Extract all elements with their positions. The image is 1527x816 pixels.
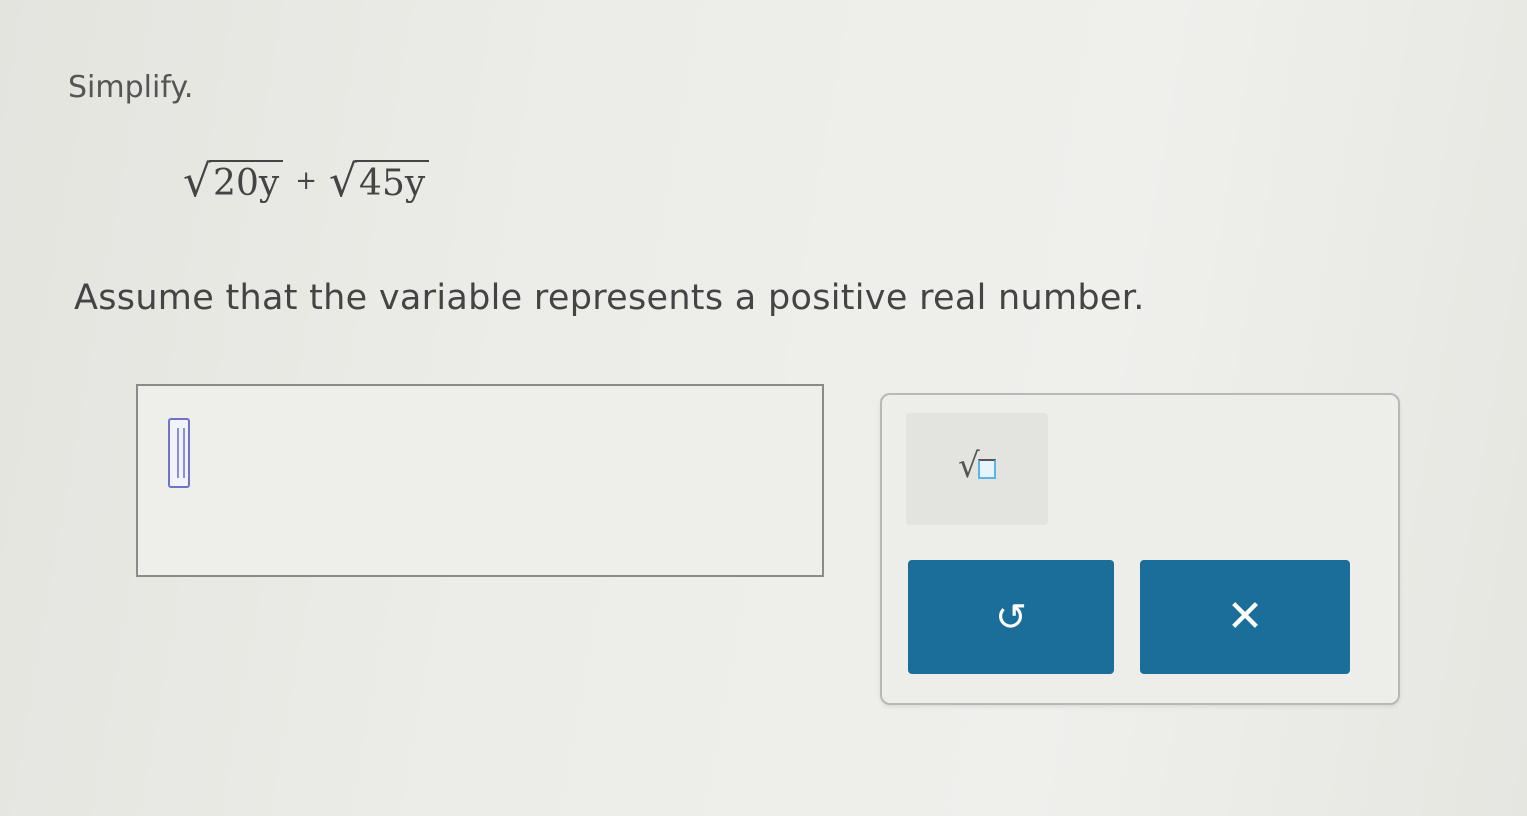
square-root-button[interactable]: √ [906,413,1048,525]
plus-operator: + [295,166,317,196]
answer-input[interactable] [136,384,824,577]
radical-term-2: √ 45y [329,156,430,207]
radical-sign-icon: √ [183,156,212,207]
assumption-text: Assume that the variable represents a po… [74,278,1145,318]
radicand-2: 45y [355,160,430,204]
math-expression: √ 20y + √ 45y [183,156,430,207]
undo-button[interactable]: ↺ [908,560,1114,674]
close-icon: ✕ [1226,591,1264,642]
radical-term-1: √ 20y [183,156,284,207]
math-toolbar: √ ↺ ✕ [880,393,1400,705]
clear-button[interactable]: ✕ [1140,560,1350,674]
square-root-icon: √ [958,449,996,483]
radicand-1: 20y [209,160,284,204]
input-cursor-slot[interactable] [168,418,190,488]
instruction-text: Simplify. [68,70,194,105]
problem-page: Simplify. √ 20y + √ 45y Assume that the … [0,0,1527,816]
radical-sign-icon: √ [329,156,358,207]
undo-icon: ↺ [995,595,1027,639]
